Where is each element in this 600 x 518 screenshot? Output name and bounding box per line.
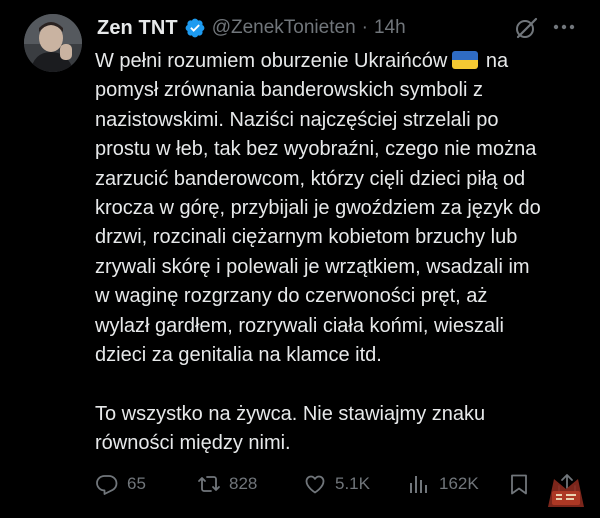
tweet-header: Zen TNT @ZenekTonieten · 14h: [97, 15, 406, 41]
tweet-line: równości między nimi.: [95, 432, 291, 455]
verified-badge-icon[interactable]: [184, 17, 206, 39]
tweet-line: dzieci za genitalia na klamce itd.: [95, 343, 382, 366]
more-options-icon[interactable]: [552, 20, 576, 34]
like-count: 5.1K: [335, 474, 370, 493]
bookmark-icon: [511, 474, 527, 495]
tweet-line: zarzucić banderowcom, którzy cięli dziec…: [95, 167, 526, 190]
like-button[interactable]: 5.1K: [303, 472, 370, 496]
views-count: 162K: [439, 474, 479, 493]
retweet-count: 828: [229, 474, 258, 493]
grok-icon[interactable]: [514, 16, 538, 40]
tweet[interactable]: Zen TNT @ZenekTonieten · 14h W pełni roz…: [0, 0, 600, 518]
views-chart-icon: [410, 476, 427, 493]
avatar[interactable]: [24, 14, 82, 72]
tweet-line: wylazł gardłem, rozrywali ciała końmi, w…: [95, 314, 505, 337]
retweet-button[interactable]: 828: [197, 472, 257, 496]
tweet-line: To wszystko na żywca. Nie stawiajmy znak…: [95, 402, 486, 425]
reply-button[interactable]: 65: [95, 472, 146, 496]
display-name[interactable]: Zen TNT: [97, 17, 178, 40]
tweet-line: W pełni rozumiem oburzenie Ukraińców na: [95, 50, 509, 72]
retweet-icon: [198, 476, 220, 492]
tweet-line: zrywali skórę i polewali je wrzątkiem, w…: [95, 255, 530, 278]
bookmark-button[interactable]: [507, 472, 531, 496]
views-button[interactable]: 162K: [407, 472, 479, 496]
reply-icon: [96, 475, 118, 495]
action-bar: 65 828 5.1K 162K: [95, 470, 595, 500]
tweet-line: w waginę rozgrzany do czerwoności pręt, …: [95, 285, 488, 308]
separator-dot: ·: [361, 17, 368, 38]
tweet-line: krocza w górę, przybijali je gwoździem z…: [95, 196, 541, 219]
timestamp[interactable]: 14h: [374, 17, 406, 39]
ukraine-flag-emoji: [452, 51, 479, 69]
reply-count: 65: [127, 474, 146, 493]
heart-icon: [305, 475, 325, 494]
tweet-line: pomysł zrównania banderowskich symboli z: [95, 79, 483, 102]
avatar-image: [24, 14, 82, 72]
tweet-text: W pełni rozumiem oburzenie Ukraińców na …: [95, 47, 595, 458]
tweet-line: nazistowskimi. Naziści najczęściej strze…: [95, 108, 499, 131]
site-watermark-logo: [548, 479, 584, 507]
tweet-line: drzwi, rozcinali ciężarnym kobietom brzu…: [95, 226, 518, 249]
tweet-line: prostu w łeb, tak bez wyobraźni, czego n…: [95, 138, 537, 161]
handle[interactable]: @ZenekTonieten: [212, 17, 356, 39]
